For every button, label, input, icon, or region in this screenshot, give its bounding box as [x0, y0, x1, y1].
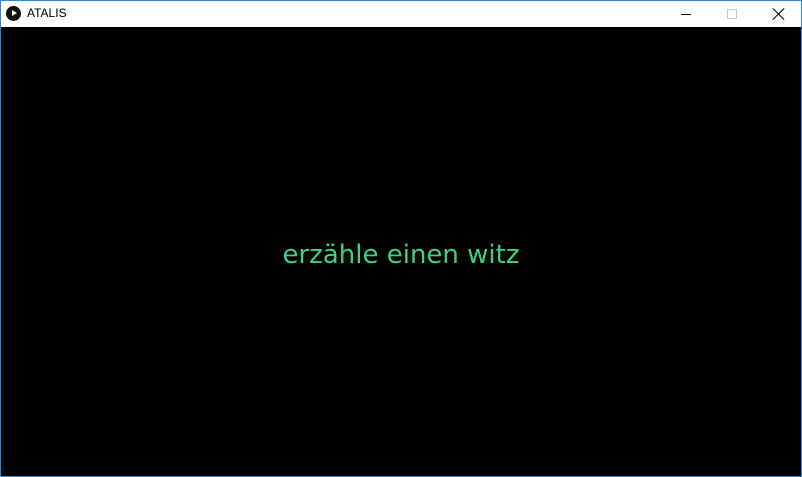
- window-title: ATALIS: [27, 6, 67, 20]
- spoken-command-text: erzähle einen witz: [282, 240, 520, 270]
- maximize-icon: [727, 9, 737, 19]
- maximize-button[interactable]: [709, 1, 755, 27]
- close-button[interactable]: [755, 1, 801, 27]
- play-icon: [6, 6, 21, 21]
- title-bar[interactable]: ATALIS: [1, 1, 801, 27]
- minimize-icon: [681, 13, 691, 15]
- content-area: erzähle einen witz: [1, 27, 801, 476]
- close-icon: [772, 8, 784, 20]
- minimize-button[interactable]: [663, 1, 709, 27]
- app-window: ATALIS erzähle einen witz: [0, 0, 802, 477]
